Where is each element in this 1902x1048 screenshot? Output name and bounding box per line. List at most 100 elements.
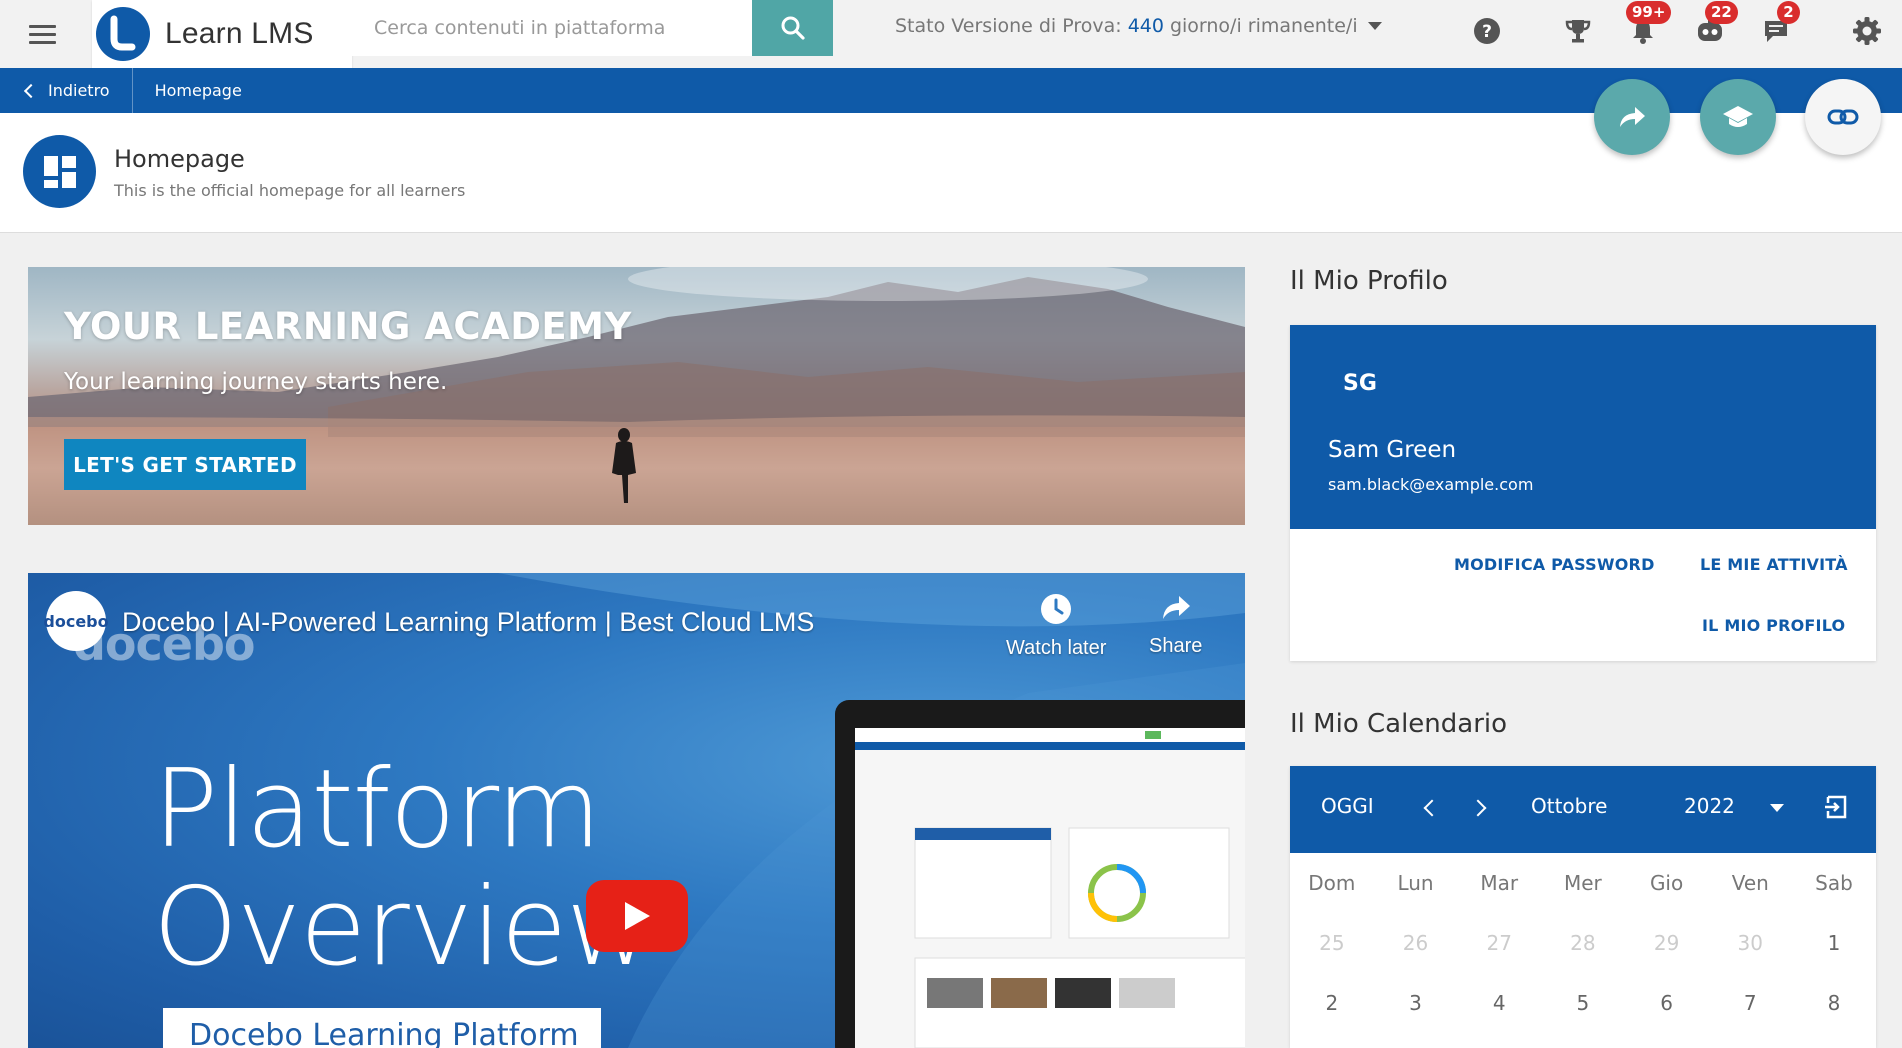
video-share-button[interactable]: Share xyxy=(1149,593,1202,658)
calendar-day[interactable]: 28 xyxy=(1541,931,1625,955)
calendar-expand-button[interactable] xyxy=(1824,795,1848,823)
week-row: 2 3 4 5 6 7 8 xyxy=(1290,973,1876,1033)
calendar-section-title: Il Mio Calendario xyxy=(1290,709,1508,739)
calendar-day[interactable]: 6 xyxy=(1625,991,1709,1015)
today-button[interactable]: OGGI xyxy=(1321,794,1374,818)
calendar-day[interactable]: 7 xyxy=(1708,991,1792,1015)
overlay-line-2: Overview xyxy=(153,865,654,990)
chat-button[interactable]: 2 xyxy=(1759,1,1800,48)
profile-header: SG Sam Green sam.black@example.com xyxy=(1290,325,1876,529)
chat-badge: 2 xyxy=(1777,1,1800,24)
calendar-day[interactable]: 4 xyxy=(1457,991,1541,1015)
clock-icon xyxy=(1041,594,1072,624)
app-name: Learn LMS xyxy=(165,17,314,50)
weekday-label: Ven xyxy=(1731,871,1769,895)
overlay-line-1: Platform xyxy=(153,747,601,872)
my-profile-link[interactable]: IL MIO PROFILO xyxy=(1702,616,1845,635)
search-icon xyxy=(781,16,805,40)
banner-title: YOUR LEARNING ACADEMY xyxy=(64,305,632,348)
calendar-day[interactable]: 26 xyxy=(1374,931,1458,955)
laptop-screen xyxy=(855,728,1245,1048)
calendar-day[interactable]: 29 xyxy=(1625,931,1709,955)
calendar-day[interactable]: 5 xyxy=(1541,991,1625,1015)
laptop-image xyxy=(835,700,1245,1048)
calendar-day[interactable]: 30 xyxy=(1708,931,1792,955)
video-overlay-caption: Docebo Learning Platform xyxy=(163,1008,601,1048)
weekday-row: Dom Lun Mar Mer Gio Ven Sab xyxy=(1290,853,1876,913)
copy-link-button[interactable] xyxy=(1805,79,1881,155)
notifications-button[interactable]: 99+ xyxy=(1626,1,1672,48)
chevron-right-icon[interactable] xyxy=(1469,799,1487,817)
assistant-button[interactable]: 22 xyxy=(1693,1,1738,48)
calendar-day[interactable]: 27 xyxy=(1457,931,1541,955)
trial-days: 440 xyxy=(1127,15,1164,37)
dashboard-preview xyxy=(855,728,1245,1048)
app-logo[interactable]: Learn LMS xyxy=(92,0,352,68)
calendar-day[interactable]: 2 xyxy=(1290,991,1374,1015)
profile-section-title: Il Mio Profilo xyxy=(1290,266,1448,296)
back-button[interactable]: Indietro xyxy=(0,68,133,113)
logo-icon xyxy=(96,7,150,61)
share-icon xyxy=(1162,596,1190,619)
calendar-day[interactable]: 25 xyxy=(1290,931,1374,955)
week-row: 25 26 27 28 29 30 1 xyxy=(1290,913,1876,973)
calendar-day[interactable]: 3 xyxy=(1374,991,1458,1015)
channel-avatar[interactable]: docebo xyxy=(43,591,109,651)
link-icon xyxy=(1827,109,1859,125)
chevron-down-icon[interactable] xyxy=(1770,804,1784,812)
watch-later-button[interactable]: Watch later xyxy=(1006,593,1106,660)
trial-suffix: giorno/i rimanente/i xyxy=(1169,15,1358,37)
breadcrumb-current: Homepage xyxy=(154,81,242,100)
change-password-link[interactable]: MODIFICA PASSWORD xyxy=(1454,555,1655,574)
svg-text:?: ? xyxy=(1482,22,1492,42)
chevron-left-icon xyxy=(23,83,39,98)
profile-name: Sam Green xyxy=(1328,437,1457,463)
share-label: Share xyxy=(1149,635,1203,657)
my-activities-link[interactable]: LE MIE ATTIVITÀ xyxy=(1700,555,1848,574)
course-button[interactable] xyxy=(1700,79,1776,155)
weekday-label: Lun xyxy=(1397,871,1434,895)
weekday-label: Sab xyxy=(1815,871,1853,895)
watch-later-label: Watch later xyxy=(1006,637,1107,659)
search-button[interactable] xyxy=(752,0,833,56)
weekday-label: Mer xyxy=(1564,871,1602,895)
calendar-year[interactable]: 2022 xyxy=(1684,794,1735,818)
share-arrow-icon xyxy=(1620,107,1645,127)
calendar-header: OGGI Ottobre 2022 xyxy=(1290,766,1876,853)
share-button[interactable] xyxy=(1594,79,1670,155)
video-player[interactable]: docebo docebo Docebo | AI-Powered Learni… xyxy=(28,573,1245,1048)
dashboard-icon xyxy=(23,135,96,208)
calendar-grid: Dom Lun Mar Mer Gio Ven Sab 25 26 27 28 … xyxy=(1290,853,1876,1033)
search-box xyxy=(352,0,752,56)
get-started-button[interactable]: LET'S GET STARTED xyxy=(64,439,306,490)
gear-icon[interactable] xyxy=(1850,14,1884,48)
chevron-left-icon[interactable] xyxy=(1423,799,1441,817)
banner-subtitle: Your learning journey starts here. xyxy=(64,369,448,395)
trial-status[interactable]: Stato Versione di Prova: 440 giorno/i ri… xyxy=(895,15,1382,37)
calendar-widget: OGGI Ottobre 2022 Dom Lun Mar Mer Gio Ve… xyxy=(1290,766,1876,1048)
video-overlay-title: Platform Overview xyxy=(153,747,654,990)
video-title[interactable]: Docebo | AI-Powered Learning Platform | … xyxy=(122,607,814,638)
notifications-badge: 99+ xyxy=(1626,1,1672,24)
play-button[interactable] xyxy=(586,880,688,952)
chevron-down-icon xyxy=(1367,22,1382,30)
trophy-icon[interactable] xyxy=(1561,14,1595,48)
search-input[interactable] xyxy=(352,0,752,56)
menu-icon[interactable] xyxy=(22,16,62,52)
profile-card: SG Sam Green sam.black@example.com MODIF… xyxy=(1290,325,1876,661)
page-subtitle: This is the official homepage for all le… xyxy=(114,181,466,200)
calendar-day[interactable]: 8 xyxy=(1792,991,1876,1015)
back-label: Indietro xyxy=(48,81,110,100)
calendar-day[interactable]: 1 xyxy=(1792,931,1876,955)
open-calendar-icon xyxy=(1825,795,1847,819)
page-title: Homepage xyxy=(114,145,245,173)
play-icon xyxy=(625,902,650,930)
trial-label: Stato Versione di Prova: xyxy=(895,15,1122,37)
hero-banner: YOUR LEARNING ACADEMY Your learning jour… xyxy=(28,267,1245,525)
graduation-cap-icon xyxy=(1723,106,1753,127)
weekday-label: Dom xyxy=(1308,871,1356,895)
help-icon[interactable]: ? xyxy=(1470,14,1504,48)
weekday-label: Mar xyxy=(1480,871,1519,895)
assistant-badge: 22 xyxy=(1705,1,1738,24)
calendar-month[interactable]: Ottobre xyxy=(1531,794,1607,818)
